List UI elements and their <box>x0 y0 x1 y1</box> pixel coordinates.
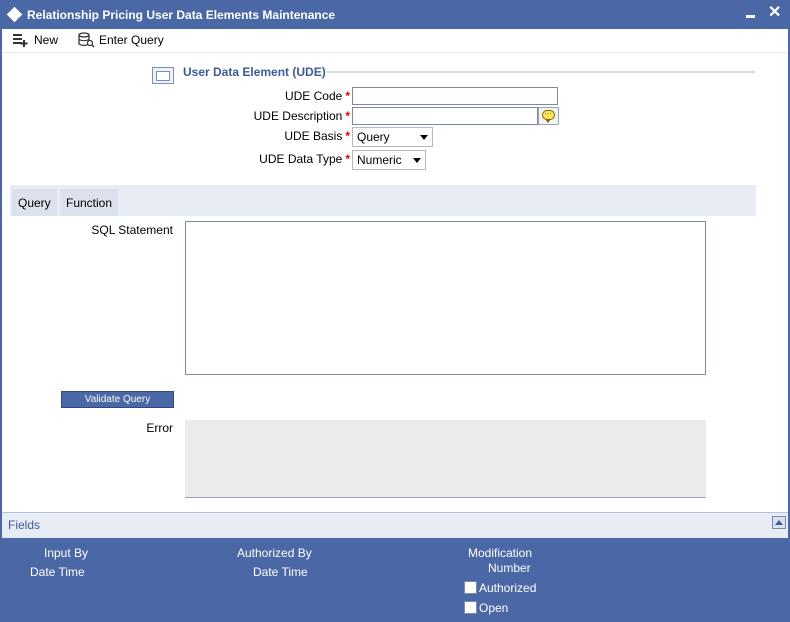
open-checkbox[interactable] <box>464 601 477 614</box>
authorized-checkbox-label: Authorized <box>479 581 537 595</box>
ude-description-label: UDE Description * <box>253 109 350 123</box>
tab-query[interactable]: Query <box>12 189 57 216</box>
number-label: Number <box>488 561 531 575</box>
chevron-down-icon <box>413 158 421 163</box>
enter-query-button[interactable]: Enter Query <box>77 31 164 49</box>
input-by-label: Input By <box>44 546 89 560</box>
ude-basis-select[interactable]: Query <box>352 127 433 147</box>
section-divider <box>327 71 755 73</box>
ude-description-lov-button[interactable]: ··· <box>538 107 559 125</box>
ude-code-input[interactable] <box>352 87 558 105</box>
audit-footer: Input By Date Time Authorized By Date Ti… <box>2 538 788 622</box>
close-icon[interactable]: ✕ <box>768 4 781 22</box>
ude-basis-label: UDE Basis * <box>284 129 350 143</box>
minimize-icon[interactable] <box>746 15 755 18</box>
toolbar: New Enter Query <box>2 29 788 53</box>
window-diamond-icon <box>6 6 23 23</box>
tab-function[interactable]: Function <box>60 189 119 216</box>
ude-data-type-select[interactable]: Numeric <box>352 150 426 170</box>
ude-code-label: UDE Code * <box>284 89 350 103</box>
section-collapse-icon[interactable] <box>152 67 174 84</box>
authorized-checkbox[interactable] <box>464 581 477 594</box>
sql-statement-label: SQL Statement <box>91 223 173 237</box>
authorized-by-label: Authorized By <box>237 546 312 560</box>
new-label: New <box>34 33 59 47</box>
ude-section-header: User Data Element (UDE) <box>152 64 756 84</box>
section-title: User Data Element (UDE) <box>183 65 326 79</box>
open-checkbox-label: Open <box>479 601 509 615</box>
enter-query-icon <box>78 32 95 48</box>
tab-strip: Query Function <box>10 185 756 216</box>
authorized-date-time-label: Date Time <box>253 565 308 579</box>
required-marker: * <box>345 129 350 143</box>
input-date-time-label: Date Time <box>30 565 85 579</box>
window-title: Relationship Pricing User Data Elements … <box>27 8 336 22</box>
modification-label: Modification <box>468 546 533 560</box>
ude-data-type-label: UDE Data Type * <box>259 152 350 166</box>
validate-query-button[interactable]: Validate Query <box>61 391 174 408</box>
required-marker: * <box>345 152 350 166</box>
chevron-down-icon <box>420 135 428 140</box>
new-icon <box>13 34 28 47</box>
ude-data-type-value: Numeric <box>357 153 402 167</box>
ude-description-input[interactable] <box>352 107 538 125</box>
ude-basis-value: Query <box>357 130 390 144</box>
sql-statement-textarea[interactable] <box>185 221 706 375</box>
enter-query-label: Enter Query <box>99 33 164 47</box>
error-label: Error <box>146 421 173 435</box>
new-button[interactable]: New <box>12 31 58 49</box>
collapse-up-icon[interactable] <box>772 516 786 529</box>
required-marker: * <box>345 89 350 103</box>
speech-dots: ··· <box>544 109 552 118</box>
maintenance-window: Relationship Pricing User Data Elements … <box>0 0 790 622</box>
required-marker: * <box>345 109 350 123</box>
error-display <box>185 420 706 498</box>
fields-link[interactable]: Fields <box>8 518 40 532</box>
fields-bar: Fields <box>2 512 788 538</box>
title-bar: Relationship Pricing User Data Elements … <box>2 2 788 29</box>
